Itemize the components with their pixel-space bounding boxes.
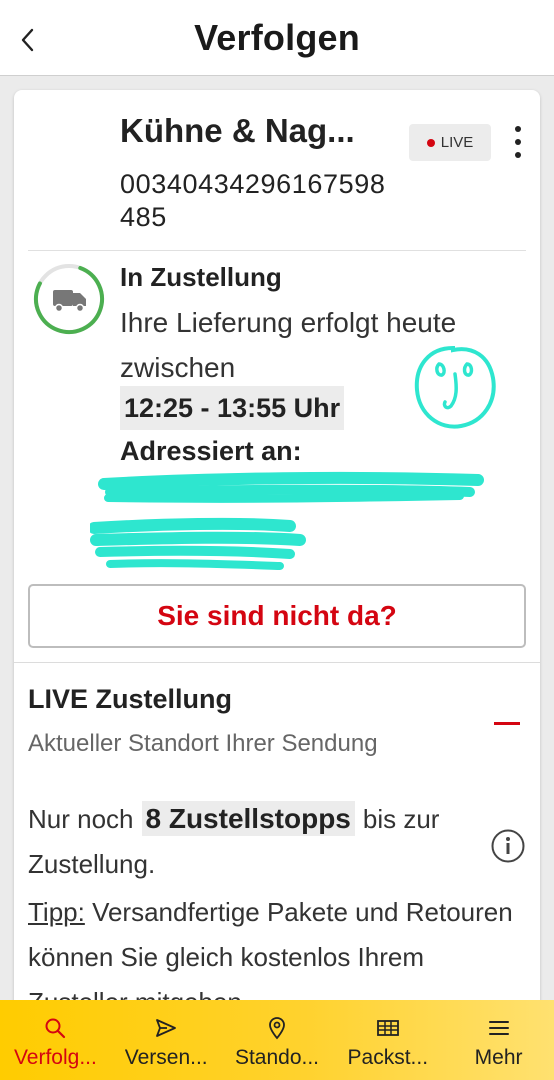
- location-pin-icon: [269, 1017, 285, 1040]
- nav-item-mehr[interactable]: Mehr: [443, 1000, 554, 1080]
- nav-item-standorte[interactable]: Stando...: [222, 1000, 333, 1080]
- nav-item-versenden[interactable]: Versen...: [111, 1000, 222, 1080]
- nav-item-verfolgen[interactable]: Verfolg...: [0, 1000, 111, 1080]
- back-button[interactable]: [8, 20, 48, 60]
- collapse-button[interactable]: [492, 716, 522, 730]
- send-icon: [156, 1019, 177, 1037]
- smiley-scribble-icon: [414, 345, 496, 429]
- more-options-button[interactable]: [506, 122, 530, 162]
- stops-count: 8 Zustellstopps: [141, 801, 355, 836]
- menu-icon: [488, 1021, 509, 1035]
- status-title: In Zustellung: [120, 262, 282, 292]
- packstation-icon: [376, 1020, 399, 1036]
- app-header: Verfolgen: [0, 0, 554, 76]
- not-home-button[interactable]: Sie sind nicht da?: [28, 584, 526, 648]
- shipment-card: Kühne & Nag... 00340434296167598485 LIVE…: [14, 90, 540, 1080]
- more-vertical-icon: [515, 126, 521, 132]
- address-redaction-scribble: [90, 471, 484, 570]
- bottom-navigation: Verfolg... Versen... Stando... Packst...…: [0, 1000, 554, 1080]
- tip-body: Versandfertige Pakete und Retouren könne…: [28, 897, 513, 1017]
- chevron-left-icon: [21, 28, 34, 52]
- divider: [28, 250, 526, 251]
- live-section-title: LIVE Zustellung: [28, 684, 233, 714]
- live-dot-icon: [426, 138, 435, 147]
- addressed-label: Adressiert an:: [120, 436, 302, 466]
- time-window: 12:25 - 13:55 Uhr: [120, 386, 345, 430]
- tip-label: Tipp:: [28, 897, 85, 927]
- live-badge-label: LIVE: [440, 134, 474, 151]
- nav-label: Packst...: [347, 1046, 429, 1069]
- live-section-subtitle: Aktueller Standort Ihrer Sendung: [28, 730, 378, 757]
- search-icon: [45, 1018, 66, 1039]
- stops-info: Nur noch 8 Zustellstopps bis zur Zustellun…: [28, 796, 488, 887]
- info-icon[interactable]: [490, 828, 526, 864]
- minus-icon: [494, 721, 520, 725]
- divider: [14, 662, 540, 663]
- page-title: Verfolgen: [194, 16, 360, 58]
- nav-item-packstation[interactable]: Packst...: [332, 1000, 443, 1080]
- tracking-number: 00340434296167598485: [120, 169, 386, 232]
- nav-label: Verfolg...: [13, 1046, 97, 1069]
- nav-label: Versen...: [124, 1046, 208, 1069]
- nav-label: Mehr: [474, 1046, 523, 1069]
- delivery-van-icon: [34, 264, 104, 334]
- sender-name: Kühne & Nag...: [120, 112, 355, 149]
- live-badge: LIVE: [409, 124, 491, 161]
- nav-label: Stando...: [234, 1046, 320, 1069]
- stops-prefix: Nur noch: [28, 804, 134, 834]
